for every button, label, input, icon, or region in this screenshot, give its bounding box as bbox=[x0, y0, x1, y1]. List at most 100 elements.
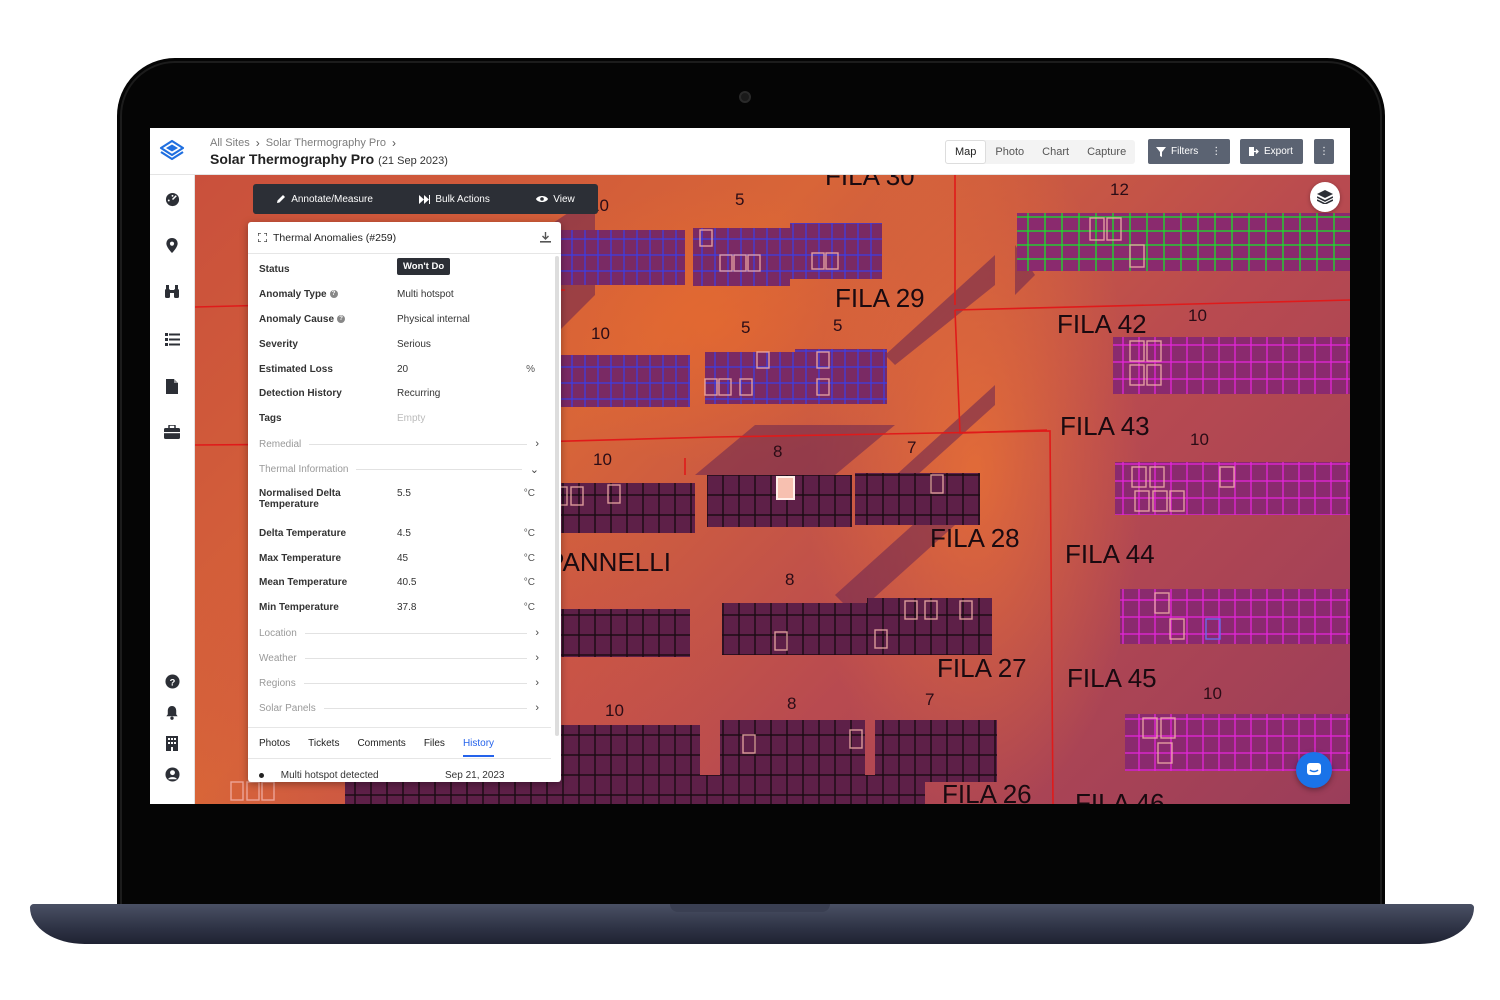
tab-tickets[interactable]: Tickets bbox=[308, 738, 339, 749]
detection-history-value[interactable]: Recurring bbox=[397, 388, 440, 399]
document-icon[interactable] bbox=[163, 377, 181, 395]
info-icon[interactable]: ? bbox=[337, 315, 346, 324]
severity-label: Severity bbox=[259, 339, 298, 350]
label-fila-43: FILA 43 bbox=[1060, 411, 1150, 441]
tags-label: Tags bbox=[259, 413, 282, 424]
label-fila-45: FILA 45 bbox=[1067, 663, 1157, 693]
number-label: 5 bbox=[735, 190, 744, 209]
divider bbox=[356, 469, 522, 470]
info-icon[interactable]: ? bbox=[329, 290, 338, 299]
binoculars-icon[interactable] bbox=[163, 283, 181, 301]
section-solar-panels[interactable]: Solar Panels › bbox=[259, 702, 539, 714]
view-button[interactable]: View bbox=[536, 194, 575, 205]
estimated-loss-value[interactable]: 20 bbox=[397, 364, 408, 375]
breadcrumb: All Sites › Solar Thermography Pro › bbox=[210, 136, 396, 150]
anomaly-cause-label: Anomaly Cause? bbox=[259, 314, 346, 325]
app-logo-icon[interactable] bbox=[158, 138, 186, 166]
building-icon[interactable] bbox=[163, 734, 181, 752]
tab-capture[interactable]: Capture bbox=[1078, 140, 1135, 164]
list-icon[interactable] bbox=[163, 330, 181, 348]
panel-title: Thermal Anomalies (#259) bbox=[273, 231, 397, 244]
kebab-icon[interactable]: ⋮ bbox=[1211, 146, 1221, 157]
panel-header: Thermal Anomalies (#259) bbox=[248, 222, 561, 254]
tab-comments[interactable]: Comments bbox=[357, 738, 405, 749]
number-label: 10 bbox=[1190, 430, 1209, 449]
view-label: View bbox=[553, 193, 575, 205]
help-icon[interactable]: ? bbox=[163, 672, 181, 690]
selected-anomaly-marker[interactable] bbox=[776, 476, 795, 500]
briefcase-icon[interactable] bbox=[163, 423, 181, 441]
layers-button[interactable] bbox=[1310, 182, 1340, 212]
filters-button[interactable]: Filters ⋮ bbox=[1148, 139, 1230, 164]
section-remedial[interactable]: Remedial › bbox=[259, 438, 539, 450]
section-thermal-information[interactable]: Thermal Information ⌄ bbox=[259, 463, 539, 476]
history-entry-date: Sep 21, 2023 bbox=[445, 770, 505, 781]
section-regions-label: Regions bbox=[259, 677, 296, 689]
user-icon[interactable] bbox=[163, 765, 181, 783]
section-weather[interactable]: Weather › bbox=[259, 652, 539, 664]
label-fila-28: FILA 28 bbox=[930, 523, 1020, 553]
tab-photos[interactable]: Photos bbox=[259, 738, 290, 749]
breadcrumb-all-sites[interactable]: All Sites bbox=[210, 137, 250, 149]
delta-temperature-label: Delta Temperature bbox=[259, 528, 347, 539]
chevron-right-icon: › bbox=[535, 677, 539, 689]
section-regions[interactable]: Regions › bbox=[259, 677, 539, 689]
section-location[interactable]: Location › bbox=[259, 627, 539, 639]
tab-chart[interactable]: Chart bbox=[1033, 140, 1078, 164]
chevron-right-icon: › bbox=[535, 652, 539, 664]
mean-temperature-label: Mean Temperature bbox=[259, 577, 348, 588]
normalised-delta-label: Normalised Delta Temperature bbox=[259, 488, 341, 510]
severity-value[interactable]: Serious bbox=[397, 339, 431, 350]
panel-tabs: Photos Tickets Comments Files History bbox=[248, 727, 551, 759]
bell-icon[interactable] bbox=[163, 703, 181, 721]
chevron-right-icon: › bbox=[535, 627, 539, 639]
tab-map[interactable]: Map bbox=[945, 140, 987, 164]
number-label: 8 bbox=[787, 694, 796, 713]
page-title: Solar Thermography Pro (21 Sep 2023) bbox=[210, 151, 448, 167]
anomaly-detail-panel: Thermal Anomalies (#259) Status Won't Do… bbox=[248, 222, 561, 782]
tags-value[interactable]: Empty bbox=[397, 413, 425, 424]
panel-scrollbar[interactable] bbox=[555, 256, 559, 736]
location-pin-icon[interactable] bbox=[163, 236, 181, 254]
tab-history[interactable]: History bbox=[462, 738, 495, 757]
anomaly-type-value[interactable]: Multi hotspot bbox=[397, 289, 454, 300]
chat-support-button[interactable] bbox=[1296, 752, 1332, 788]
number-label: 10 bbox=[605, 701, 624, 720]
tab-photo[interactable]: Photo bbox=[986, 140, 1033, 164]
chevron-right-icon: › bbox=[392, 136, 396, 150]
map-toolbar: Annotate/Measure Bulk Actions View bbox=[253, 184, 598, 214]
bulk-actions-button[interactable]: Bulk Actions bbox=[419, 194, 490, 205]
anomaly-type-label: Anomaly Type? bbox=[259, 289, 338, 300]
laptop-notch bbox=[670, 904, 830, 912]
temp-unit: °C bbox=[523, 577, 535, 588]
label-fila-29: FILA 29 bbox=[835, 283, 925, 313]
status-badge[interactable]: Won't Do bbox=[397, 258, 451, 275]
page-title-date: (21 Sep 2023) bbox=[378, 155, 448, 167]
anomaly-cause-value[interactable]: Physical internal bbox=[397, 314, 470, 325]
pencil-icon bbox=[277, 195, 286, 203]
status-badge-text: Won't Do bbox=[397, 258, 451, 275]
annotate-measure-button[interactable]: Annotate/Measure bbox=[276, 194, 373, 205]
history-entry-text: Multi hotspot detected bbox=[280, 770, 379, 781]
label-fila-26: FILA 26 bbox=[942, 779, 1032, 804]
section-location-label: Location bbox=[259, 627, 297, 639]
number-label: 5 bbox=[741, 318, 750, 337]
fast-forward-icon bbox=[419, 194, 431, 204]
number-label: 8 bbox=[773, 442, 782, 461]
breadcrumb-site[interactable]: Solar Thermography Pro bbox=[266, 137, 386, 149]
more-options-button[interactable]: ⋮ bbox=[1314, 139, 1334, 164]
download-icon[interactable] bbox=[540, 232, 551, 243]
section-thermal-label: Thermal Information bbox=[259, 464, 349, 475]
min-temperature-value: 37.8 bbox=[397, 602, 417, 613]
normalised-delta-value: 5.5 bbox=[397, 488, 411, 499]
chat-icon bbox=[1307, 763, 1321, 775]
export-button[interactable]: Export bbox=[1240, 139, 1303, 164]
thermal-map[interactable]: FILA 29 FILA 42 FILA 43 FILA 44 FILA 45 … bbox=[195, 175, 1350, 804]
dashboard-icon[interactable] bbox=[163, 190, 181, 208]
delta-temperature-value: 4.5 bbox=[397, 528, 411, 539]
label-fila-30: FILA 30 bbox=[825, 175, 915, 191]
svg-text:?: ? bbox=[169, 677, 175, 687]
expand-icon[interactable] bbox=[258, 233, 267, 242]
annotate-measure-label: Annotate/Measure bbox=[291, 193, 373, 205]
tab-files[interactable]: Files bbox=[424, 738, 445, 749]
